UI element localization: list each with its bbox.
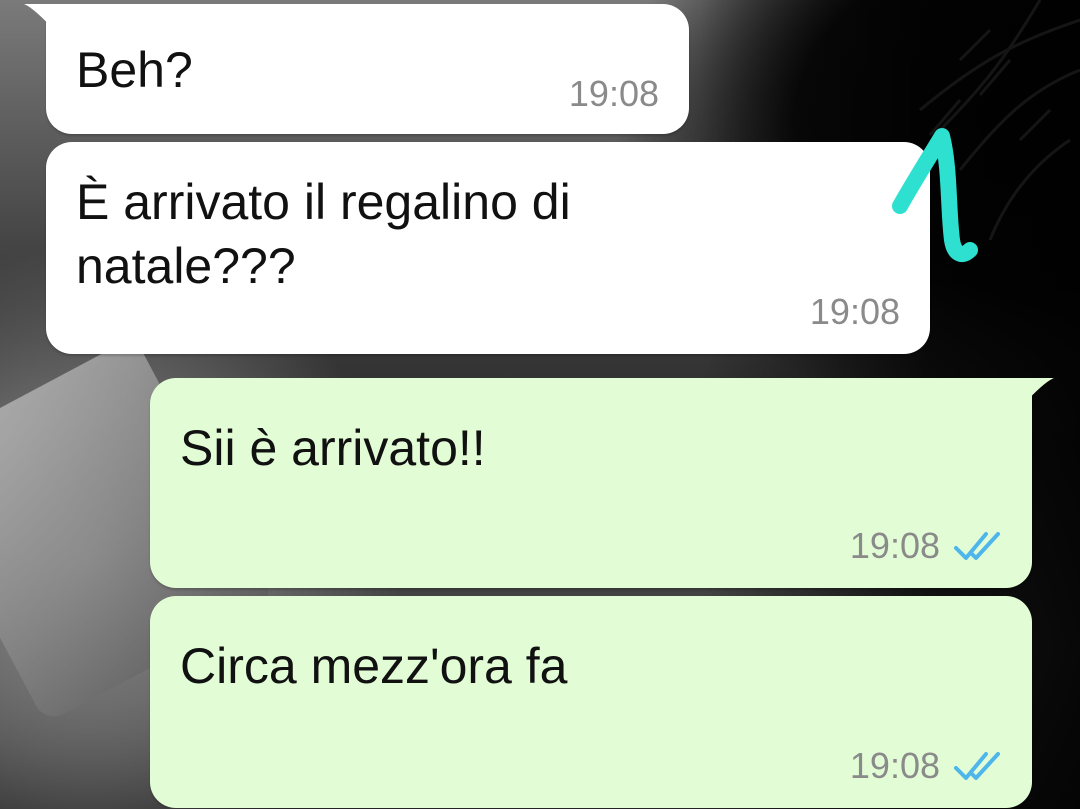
bubble-tail <box>1022 378 1054 406</box>
message-time: 19:08 <box>849 525 940 566</box>
hand-drawn-number-one-icon <box>892 128 978 263</box>
message-time: 19:08 <box>809 291 900 332</box>
message-meta: 19:08 <box>850 526 1002 566</box>
message-time: 19:08 <box>568 73 659 114</box>
message-text: Sii è arrivato!! <box>180 420 486 476</box>
message-bubble-incoming[interactable]: È arrivato il regalino di natale??? 19:0… <box>46 142 930 354</box>
double-check-read-icon <box>954 752 1000 780</box>
message-meta: 19:08 <box>810 292 900 332</box>
message-bubble-outgoing[interactable]: Sii è arrivato!! 19:08 <box>150 378 1054 588</box>
message-text: È arrivato il regalino di natale??? <box>76 174 571 294</box>
message-text: Circa mezz'ora fa <box>180 638 568 694</box>
message-bubble-incoming[interactable]: Beh? 19:08 <box>24 4 689 134</box>
bubble-tail <box>24 4 56 32</box>
message-meta: 19:08 <box>850 746 1002 786</box>
message-meta: 19:08 <box>569 74 659 114</box>
double-check-read-icon <box>954 532 1000 560</box>
message-bubble-outgoing[interactable]: Circa mezz'ora fa 19:08 <box>150 596 1032 808</box>
message-time: 19:08 <box>849 745 940 786</box>
